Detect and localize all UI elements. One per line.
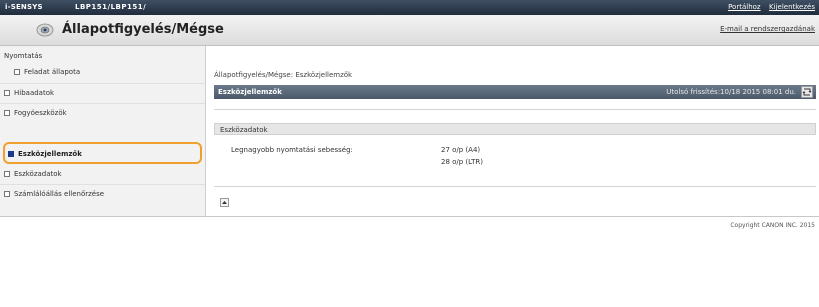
sidebar-item-label: Feladat állapota	[24, 68, 81, 76]
print-speed-a4: 27 o/p (A4)	[441, 146, 481, 154]
divider	[0, 184, 205, 185]
sidebar-item-label: Eszközadatok	[14, 170, 62, 178]
bullet-icon	[4, 171, 10, 177]
bullet-icon	[4, 191, 10, 197]
sidebar: Nyomtatás Feladat állapota Hibaadatok Fo…	[0, 46, 206, 216]
sidebar-item-counter-check[interactable]: Számlálóállás ellenőrzése	[4, 190, 104, 198]
refresh-button[interactable]	[801, 86, 813, 98]
sidebar-item-label: Számlálóállás ellenőrzése	[14, 190, 105, 198]
arrow-up-icon	[222, 201, 227, 204]
main-content: Állapotfigyelés/Mégse: Eszközjellemzők E…	[206, 46, 819, 216]
highlight-box	[3, 142, 202, 164]
refresh-icon	[802, 88, 812, 96]
footer-divider	[0, 216, 819, 217]
divider	[0, 83, 205, 84]
printer-model: LBP151/LBP151/	[75, 3, 147, 11]
sidebar-item-label: Hibaadatok	[14, 89, 55, 97]
breadcrumb: Állapotfigyelés/Mégse: Eszközjellemzők	[214, 71, 353, 79]
max-print-speed-label: Legnagyobb nyomtatási sebesség:	[231, 146, 353, 154]
sidebar-item-device-info[interactable]: Eszközadatok	[4, 170, 62, 178]
divider	[214, 109, 816, 110]
page-title: Állapotfigyelés/Mégse	[62, 22, 224, 37]
copyright-text: Copyright CANON INC. 2015	[730, 222, 815, 229]
status-monitor-icon	[36, 23, 54, 37]
last-updated-text: Utolsó frissítés:10/18 2015 08:01 du.	[666, 88, 796, 96]
panel-header: Eszközjellemzők Utolsó frissítés:10/18 2…	[214, 85, 816, 99]
sidebar-item-print[interactable]: Nyomtatás	[4, 52, 42, 60]
panel-title: Eszközjellemzők	[218, 88, 282, 96]
sidebar-item-error-info[interactable]: Hibaadatok	[4, 89, 54, 97]
divider	[0, 103, 205, 104]
section-title: Eszközadatok	[220, 126, 268, 134]
portal-link[interactable]: Portálhoz	[728, 3, 761, 11]
brand-name: i-SENSYS	[5, 3, 43, 11]
sidebar-item-job-status[interactable]: Feladat állapota	[14, 68, 80, 76]
sidebar-item-consumables[interactable]: Fogyóeszközök	[4, 109, 67, 117]
top-links: Portálhoz Kijelentkezés	[722, 3, 815, 11]
bullet-icon	[14, 69, 20, 75]
sidebar-item-label: Nyomtatás	[4, 52, 43, 60]
print-speed-ltr: 28 o/p (LTR)	[441, 158, 483, 166]
top-bar: i-SENSYS LBP151/LBP151/ Portálhoz Kijele…	[0, 0, 819, 15]
email-admin-link[interactable]: E-mail a rendszergazdának	[720, 25, 815, 33]
sidebar-item-label: Fogyóeszközök	[14, 109, 67, 117]
section-header: Eszközadatok	[214, 123, 816, 135]
logout-link[interactable]: Kijelentkezés	[769, 3, 815, 11]
bullet-icon	[4, 110, 10, 116]
divider	[214, 186, 816, 187]
bullet-icon	[4, 90, 10, 96]
page-header: Állapotfigyelés/Mégse E-mail a rendszerg…	[0, 15, 819, 46]
back-to-top-button[interactable]	[220, 198, 229, 207]
